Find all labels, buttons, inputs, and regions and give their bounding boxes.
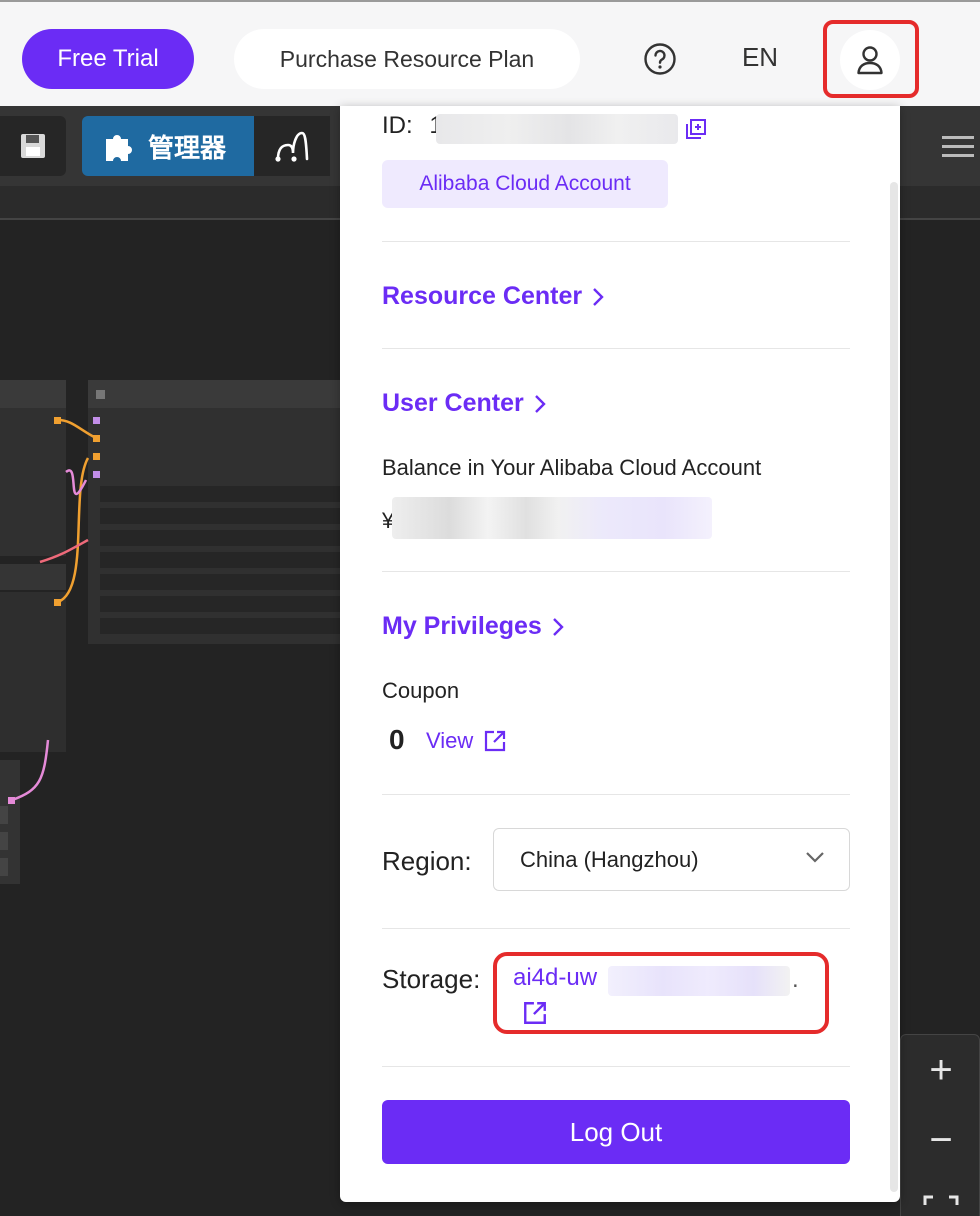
coupon-view-label: View: [426, 728, 474, 753]
graph-node-right: [88, 380, 340, 644]
account-dropdown-panel: [340, 106, 900, 1202]
balance-redacted: [392, 497, 712, 539]
balance-label: Balance in Your Alibaba Cloud Account: [382, 455, 762, 480]
divider: [382, 1066, 850, 1067]
coupon-label: Coupon: [382, 678, 460, 703]
floppy-disk-icon: [21, 134, 45, 158]
user-account-button[interactable]: [840, 30, 900, 90]
external-link-icon: [485, 730, 506, 752]
my-privileges-label: My Privileges: [382, 612, 542, 640]
divider: [382, 794, 850, 795]
account-id-redacted: [436, 114, 678, 144]
external-link-icon[interactable]: [522, 1000, 548, 1026]
manager-label: 管理器: [148, 132, 227, 163]
chevron-right-icon: [593, 287, 604, 306]
user-center-label: User Center: [382, 389, 524, 417]
puzzle-piece-icon: [106, 135, 132, 161]
account-id-label: ID:: [382, 112, 413, 139]
zoom-out-button[interactable]: −: [901, 1105, 980, 1175]
storage-suffix: .: [792, 966, 799, 993]
user-icon: [857, 46, 883, 75]
chevron-right-icon: [552, 617, 564, 636]
chevron-down-icon: [806, 852, 824, 863]
account-id-row: ID: 1: [382, 112, 443, 140]
language-switch[interactable]: EN: [730, 42, 790, 73]
free-trial-button[interactable]: Free Trial: [22, 29, 194, 89]
storage-redacted: [608, 966, 790, 996]
help-icon[interactable]: [643, 42, 677, 76]
fit-view-icon[interactable]: [901, 1175, 980, 1216]
divider: [382, 571, 850, 572]
divider: [382, 928, 850, 929]
region-label: Region:: [382, 846, 472, 876]
toolbar-tool-button[interactable]: [254, 116, 330, 176]
resource-center-link[interactable]: Resource Center: [382, 282, 604, 311]
graph-node-left: [0, 380, 66, 884]
copy-icon[interactable]: [684, 117, 708, 141]
coupon-count: 0: [389, 724, 405, 755]
user-center-link[interactable]: User Center: [382, 389, 546, 418]
log-out-button[interactable]: Log Out: [382, 1100, 850, 1164]
divider: [382, 348, 850, 349]
divider: [382, 241, 850, 242]
region-value: China (Hangzhou): [520, 846, 699, 872]
account-type-badge: Alibaba Cloud Account: [382, 160, 668, 208]
storage-label: Storage:: [382, 964, 481, 994]
hamburger-menu-icon[interactable]: [940, 132, 976, 162]
purchase-resource-plan-button[interactable]: Purchase Resource Plan: [234, 29, 580, 89]
resource-center-label: Resource Center: [382, 282, 583, 310]
chevron-right-icon: [534, 394, 546, 413]
zoom-controls: + −: [900, 1034, 980, 1216]
manager-button[interactable]: 管理器: [82, 116, 254, 176]
coupon-view-link[interactable]: View: [426, 728, 507, 754]
region-select[interactable]: China (Hangzhou): [493, 828, 850, 891]
my-privileges-link[interactable]: My Privileges: [382, 612, 564, 641]
top-navigation-bar: Free Trial Purchase Resource Plan EN: [0, 0, 980, 106]
save-button[interactable]: [0, 116, 66, 176]
zoom-in-button[interactable]: +: [901, 1035, 980, 1105]
storage-bucket-link[interactable]: ai4d-uw: [513, 964, 597, 992]
node-graph-icon: [275, 131, 309, 162]
panel-scrollbar[interactable]: [890, 182, 898, 1192]
